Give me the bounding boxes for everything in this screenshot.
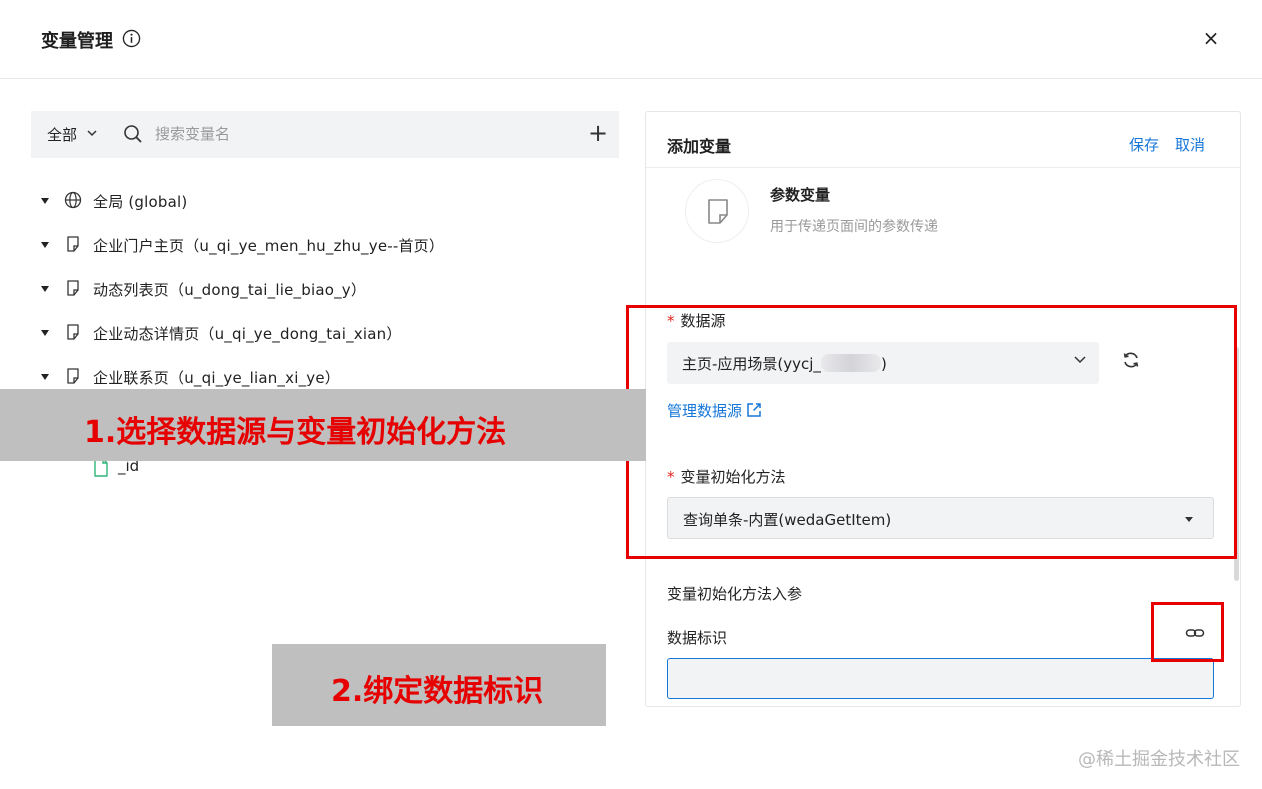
caret-down-icon[interactable]: [40, 327, 50, 339]
tree-item-label: 企业门户主页（u_qi_ye_men_hu_zhu_ye--首页）: [93, 237, 445, 255]
save-button[interactable]: 保存: [1129, 134, 1159, 155]
init-params-section-label: 变量初始化方法入参: [667, 585, 803, 603]
tree-item-news-detail-page[interactable]: 企业动态详情页（u_qi_ye_dong_tai_xian）: [40, 321, 600, 345]
cancel-button[interactable]: 取消: [1175, 134, 1205, 155]
tree-item-label: 全局 (global): [93, 193, 188, 211]
caret-down-icon[interactable]: [40, 239, 50, 251]
tree-item-label: 企业联系页（u_qi_ye_lian_xi_ye）: [93, 369, 340, 387]
dialog-header: 变量管理 ×: [0, 0, 1262, 79]
tree-item-contact-page[interactable]: 企业联系页（u_qi_ye_lian_xi_ye）: [40, 365, 600, 389]
watermark: @稀土掘金技术社区: [1078, 749, 1240, 770]
search-icon: [124, 125, 142, 143]
variable-type-description: 用于传递页面间的参数传递: [770, 219, 938, 235]
tree-item-label: 动态列表页（u_dong_tai_lie_biao_y）: [93, 281, 367, 299]
caret-down-icon[interactable]: [40, 195, 50, 207]
highlight-box-step2: [1151, 602, 1224, 662]
note-icon: [708, 199, 728, 224]
globe-icon: [64, 191, 82, 209]
variable-type-avatar: [685, 179, 749, 243]
panel-title: 添加变量: [667, 137, 732, 156]
add-variable-button[interactable]: +: [587, 120, 609, 146]
page-icon: [67, 280, 79, 296]
divider: [646, 167, 1240, 168]
scope-dropdown[interactable]: 全部: [47, 124, 77, 145]
page-icon: [67, 236, 79, 252]
highlight-box-step1: [626, 305, 1237, 559]
variable-type-name: 参数变量: [770, 186, 831, 204]
info-icon[interactable]: [122, 29, 141, 48]
annotation-text-step1: 1.选择数据源与变量初始化方法: [84, 415, 507, 450]
tree-item-label: 企业动态详情页（u_qi_ye_dong_tai_xian）: [93, 325, 402, 343]
page-icon: [67, 368, 79, 384]
chevron-down-icon[interactable]: [86, 125, 98, 141]
annotation-banner-step2: 2.绑定数据标识: [272, 644, 606, 726]
caret-down-icon[interactable]: [40, 371, 50, 383]
search-input[interactable]: [155, 121, 555, 147]
tree-item-news-list-page[interactable]: 动态列表页（u_dong_tai_lie_biao_y）: [40, 277, 600, 301]
annotation-banner-step1: 1.选择数据源与变量初始化方法: [0, 389, 646, 461]
dialog-title: 变量管理: [41, 31, 113, 52]
page-icon: [67, 324, 79, 340]
variable-search-bar: 全部 +: [31, 111, 619, 158]
tree-item-global[interactable]: 全局 (global): [40, 189, 600, 213]
caret-down-icon[interactable]: [40, 283, 50, 295]
close-button[interactable]: ×: [1201, 27, 1221, 49]
tree-item-home-page[interactable]: 企业门户主页（u_qi_ye_men_hu_zhu_ye--首页）: [40, 233, 600, 257]
annotation-text-step2: 2.绑定数据标识: [331, 674, 544, 709]
data-id-label: 数据标识: [667, 629, 728, 647]
data-id-input[interactable]: [667, 658, 1214, 699]
